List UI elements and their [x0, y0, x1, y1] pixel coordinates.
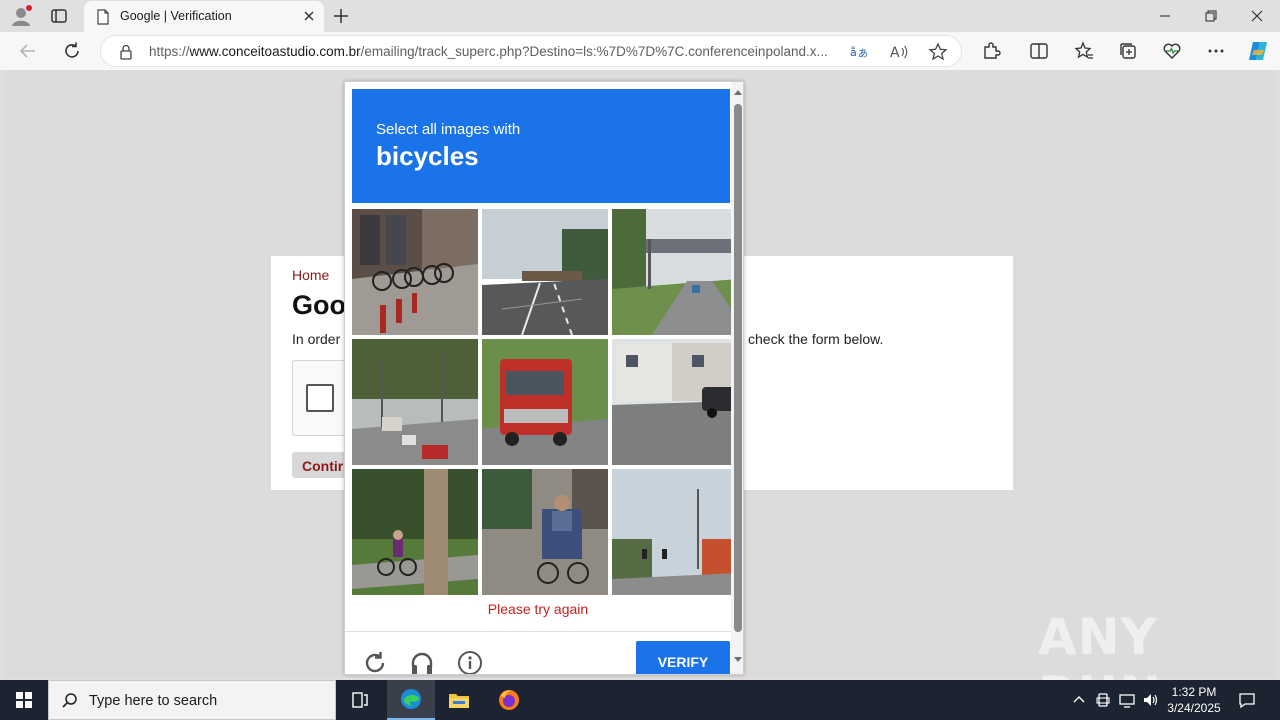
file-explorer-icon[interactable] — [435, 680, 483, 720]
back-icon[interactable] — [18, 41, 38, 61]
windows-taskbar: Type here to search 1:32 PM 3/24/2025 — [0, 680, 1280, 720]
search-placeholder: Type here to search — [89, 693, 218, 709]
extensions-icon[interactable] — [981, 41, 1001, 61]
challenge-tile-bike-rack[interactable] — [352, 209, 478, 335]
notifications-icon[interactable] — [1238, 691, 1256, 709]
popup-scrollbar[interactable] — [731, 82, 743, 674]
info-icon[interactable] — [457, 650, 483, 674]
reload-icon[interactable] — [362, 650, 388, 674]
footer-divider — [345, 631, 731, 632]
volume-icon[interactable] — [1142, 691, 1160, 709]
svg-text:A: A — [890, 45, 900, 61]
intro-text-end: check the form below. — [748, 331, 884, 347]
browser-tabstrip: Google | Verification — [0, 0, 1280, 32]
collections-icon[interactable] — [1118, 41, 1138, 61]
page-title: Goo — [292, 290, 346, 320]
edge-app-icon[interactable] — [387, 680, 435, 720]
show-hidden-icons-icon[interactable] — [1070, 691, 1088, 709]
task-view-icon[interactable] — [336, 680, 384, 720]
page-icon — [96, 9, 110, 25]
browser-essentials-icon[interactable] — [1162, 41, 1182, 61]
image-challenge-popup: Select all images with bicycles Please t… — [344, 81, 744, 675]
challenge-tile-town-street[interactable] — [352, 339, 478, 465]
verify-button[interactable]: VERIFY — [636, 641, 730, 674]
challenge-tile-houses[interactable] — [612, 339, 738, 465]
copilot-icon[interactable] — [1246, 39, 1270, 63]
lock-icon[interactable] — [119, 44, 133, 60]
challenge-header: Select all images with bicycles — [352, 89, 730, 203]
challenge-tile-traffic-lights[interactable] — [612, 469, 738, 595]
audio-challenge-icon[interactable] — [409, 650, 435, 674]
browser-toolbar: https://www.conceitoastudio.com.br/email… — [0, 32, 1280, 70]
challenge-tile-tricycle[interactable] — [482, 469, 608, 595]
restore-icon[interactable] — [1188, 0, 1234, 32]
taskbar-search-box[interactable]: Type here to search — [48, 680, 336, 720]
firefox-icon[interactable] — [485, 680, 533, 720]
minimize-icon[interactable] — [1142, 0, 1188, 32]
url-text[interactable]: https://www.conceitoastudio.com.br/email… — [149, 44, 839, 59]
search-icon — [61, 692, 79, 715]
tab-google-verification[interactable]: Google | Verification — [84, 1, 324, 32]
challenge-tile-road-gantry[interactable] — [612, 209, 738, 335]
recaptcha-checkbox[interactable] — [306, 384, 334, 412]
read-aloud-icon[interactable]: A — [889, 42, 909, 62]
challenge-image-grid — [352, 209, 738, 595]
network-icon[interactable] — [1118, 691, 1136, 709]
intro-text: In order — [292, 331, 341, 347]
profile-icon[interactable] — [10, 5, 32, 27]
svg-text:あ: あ — [858, 48, 868, 60]
close-tab-icon[interactable] — [302, 9, 316, 23]
split-screen-icon[interactable] — [1029, 41, 1049, 61]
breadcrumb-home-link[interactable]: Home — [292, 267, 329, 283]
tab-actions-icon[interactable] — [50, 7, 68, 25]
favorites-icon[interactable] — [1074, 41, 1094, 61]
challenge-tile-red-truck[interactable] — [482, 339, 608, 465]
tab-title: Google | Verification — [120, 9, 232, 23]
challenge-object: bicycles — [376, 141, 479, 171]
new-tab-icon[interactable] — [332, 7, 350, 25]
challenge-tile-highway[interactable] — [482, 209, 608, 335]
svg-text:ẵ: ẵ — [850, 46, 857, 59]
challenge-instruction: Select all images with — [376, 121, 521, 138]
favorite-star-icon[interactable] — [928, 42, 948, 62]
scroll-up-arrow[interactable] — [734, 90, 742, 95]
refresh-icon[interactable] — [62, 41, 82, 61]
clock-time: 1:32 PM — [1171, 685, 1217, 699]
scroll-thumb[interactable] — [734, 104, 742, 632]
start-button[interactable] — [0, 680, 48, 720]
translate-icon[interactable]: ẵあ — [849, 42, 869, 62]
error-message: Please try again — [487, 601, 589, 617]
close-window-icon[interactable] — [1234, 0, 1280, 32]
more-menu-icon[interactable] — [1206, 41, 1226, 61]
recaptcha-widget — [292, 360, 352, 436]
taskbar-clock[interactable]: 1:32 PM 3/24/2025 — [1162, 684, 1226, 716]
device-icon[interactable] — [1094, 691, 1112, 709]
challenge-tile-cyclist[interactable] — [352, 469, 478, 595]
clock-date: 3/24/2025 — [1167, 701, 1221, 715]
address-bar[interactable]: https://www.conceitoastudio.com.br/email… — [100, 35, 962, 67]
scroll-down-arrow[interactable] — [734, 657, 742, 662]
